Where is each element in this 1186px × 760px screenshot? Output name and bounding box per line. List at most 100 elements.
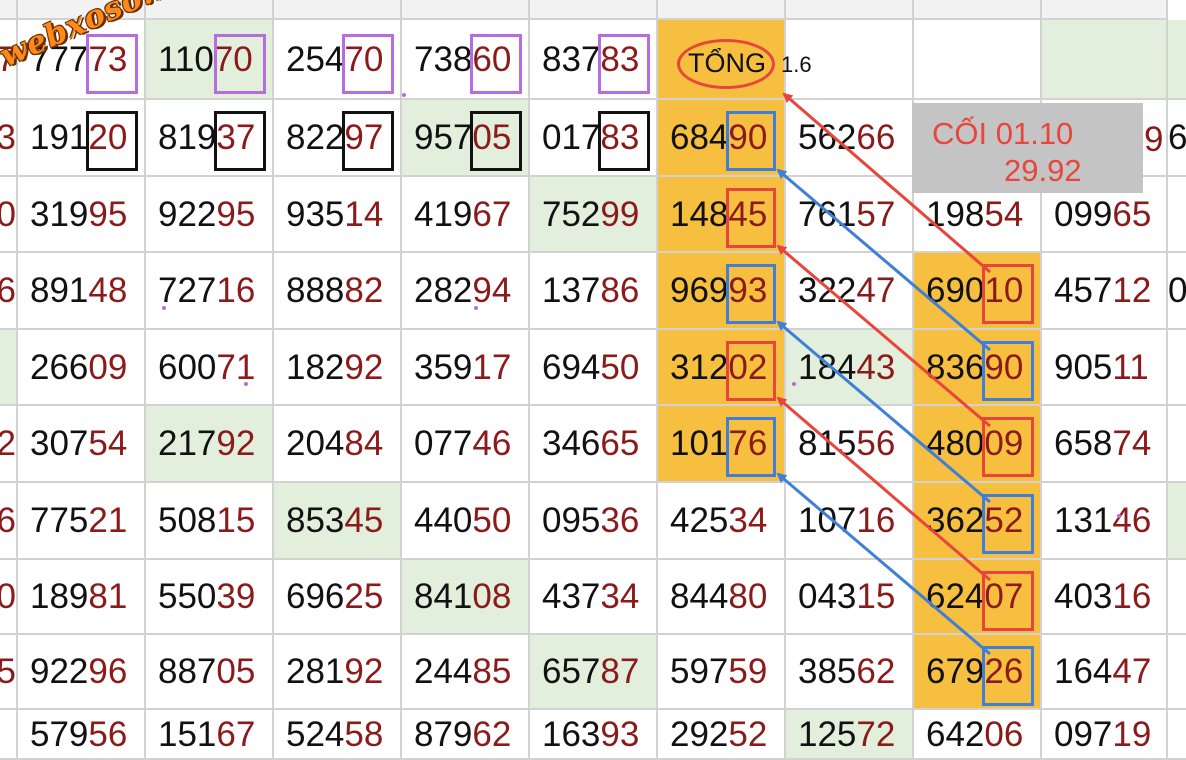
result-cell: 597 59 xyxy=(658,635,786,710)
result-cell: 440 50 xyxy=(402,483,530,560)
result-cell: 922 95 xyxy=(146,177,274,253)
result-tail-digits: 82 xyxy=(344,271,384,310)
blue-highlight-box xyxy=(982,646,1034,706)
result-tail-digits: 84 xyxy=(344,424,384,463)
result-tail-digits: 94 xyxy=(472,271,512,310)
result-head-digits: 137 xyxy=(542,271,601,310)
result-cell: 163 93 xyxy=(530,710,658,760)
result-cell: 905 11 xyxy=(1042,330,1168,406)
result-tail-digits: 46 xyxy=(1112,501,1152,540)
result-cell: 853 45 xyxy=(274,483,402,560)
result-head-digits: 319 xyxy=(30,194,89,234)
result-cell: 217 92 xyxy=(146,406,274,483)
left-edge-fragment: 0 xyxy=(0,177,18,253)
result-cell: 891 48 xyxy=(18,253,146,330)
result-cell: 508 15 xyxy=(146,483,274,560)
result-head-digits: 679 xyxy=(926,652,985,691)
result-head-digits: 266 xyxy=(30,347,89,387)
column-header xyxy=(914,0,1042,20)
result-head-digits: 888 xyxy=(286,271,345,310)
result-head-digits: 550 xyxy=(158,577,217,616)
result-head-digits: 738 xyxy=(414,39,473,79)
result-head-digits: 905 xyxy=(1054,347,1113,387)
result-head-digits: 217 xyxy=(158,424,217,463)
result-head-digits: 125 xyxy=(798,714,857,754)
column-header xyxy=(530,0,658,20)
result-cell: 887 05 xyxy=(146,635,274,710)
black-highlight-box xyxy=(342,111,394,171)
result-head-digits: 385 xyxy=(798,652,857,691)
result-cell: 292 52 xyxy=(658,710,786,760)
result-head-digits: 204 xyxy=(286,424,345,463)
result-cell: 696 25 xyxy=(274,560,402,635)
result-tail-digits: 81 xyxy=(88,577,128,616)
result-tail-digits: 56 xyxy=(856,424,896,463)
result-head-digits: 891 xyxy=(30,271,89,310)
result-head-digits: 935 xyxy=(286,194,345,234)
result-cell: 922 96 xyxy=(18,635,146,710)
result-head-digits: 017 xyxy=(542,118,601,157)
stray-dot xyxy=(402,93,406,97)
result-head-digits: 775 xyxy=(30,501,89,540)
result-head-digits: 887 xyxy=(158,652,217,691)
result-head-digits: 099 xyxy=(1054,194,1113,234)
result-cell: 282 94 xyxy=(402,253,530,330)
result-tail-digits: 86 xyxy=(600,271,640,310)
result-tail-digits: 36 xyxy=(600,501,640,540)
result-head-digits: 164 xyxy=(1054,652,1113,691)
left-edge-fragment: 5 xyxy=(0,635,18,710)
result-tail-digits: 65 xyxy=(600,424,640,463)
result-tail-digits: 15 xyxy=(216,501,256,540)
result-tail-digits: 16 xyxy=(856,501,896,540)
result-cell: 657 87 xyxy=(530,635,658,710)
result-cell: 600 71 xyxy=(146,330,274,406)
column-header xyxy=(658,0,786,20)
result-tail-digits: 19 xyxy=(1112,714,1152,754)
result-cell: 437 34 xyxy=(530,560,658,635)
result-cell: 419 67 xyxy=(402,177,530,253)
result-head-digits: 163 xyxy=(542,714,601,754)
result-head-digits: 110 xyxy=(158,39,214,79)
blue-highlight-box xyxy=(982,494,1034,554)
result-tail-digits: 65 xyxy=(1112,194,1152,234)
result-cell: 524 58 xyxy=(274,710,402,760)
purple-highlight-box xyxy=(86,34,138,94)
black-highlight-box xyxy=(598,111,650,171)
result-cell: 642 06 xyxy=(914,710,1042,760)
result-cell: 658 74 xyxy=(1042,406,1168,483)
result-tail-digits: 48 xyxy=(88,271,128,310)
left-edge-fragment: 3 xyxy=(0,100,18,177)
result-head-digits: 922 xyxy=(158,194,217,234)
result-head-digits: 657 xyxy=(542,652,601,691)
result-tail-digits: 06 xyxy=(984,714,1024,754)
result-tail-digits: 95 xyxy=(216,194,256,234)
result-tail-digits: 66 xyxy=(856,118,896,157)
red-highlight-box xyxy=(982,264,1034,324)
result-head-digits: 696 xyxy=(286,577,345,616)
black-highlight-box xyxy=(86,111,138,171)
result-cell: 752 99 xyxy=(530,177,658,253)
result-tail-digits: 47 xyxy=(1112,652,1152,691)
result-tail-digits: 16 xyxy=(1112,577,1152,616)
result-head-digits: 922 xyxy=(30,652,89,691)
result-head-digits: 508 xyxy=(158,501,217,540)
result-head-digits: 282 xyxy=(414,271,473,310)
red-highlight-box xyxy=(726,188,776,248)
result-cell: 137 86 xyxy=(530,253,658,330)
result-head-digits: 853 xyxy=(286,501,345,540)
purple-highlight-box xyxy=(342,34,394,94)
right-edge-fragment xyxy=(1168,177,1186,253)
result-tail-digits: 47 xyxy=(856,271,896,310)
result-cell xyxy=(914,20,1042,100)
result-cell: 727 16 xyxy=(146,253,274,330)
right-edge-fragment xyxy=(1168,483,1186,560)
stray-dot xyxy=(162,306,166,310)
result-head-digits: 107 xyxy=(798,501,857,540)
stray-dot xyxy=(792,382,796,386)
column-header xyxy=(402,0,530,20)
result-tail-digits: 67 xyxy=(216,714,256,754)
result-cell: 043 15 xyxy=(786,560,914,635)
result-cell: 346 65 xyxy=(530,406,658,483)
result-head-digits: 254 xyxy=(286,39,345,79)
tong-circle-marker xyxy=(677,39,775,89)
